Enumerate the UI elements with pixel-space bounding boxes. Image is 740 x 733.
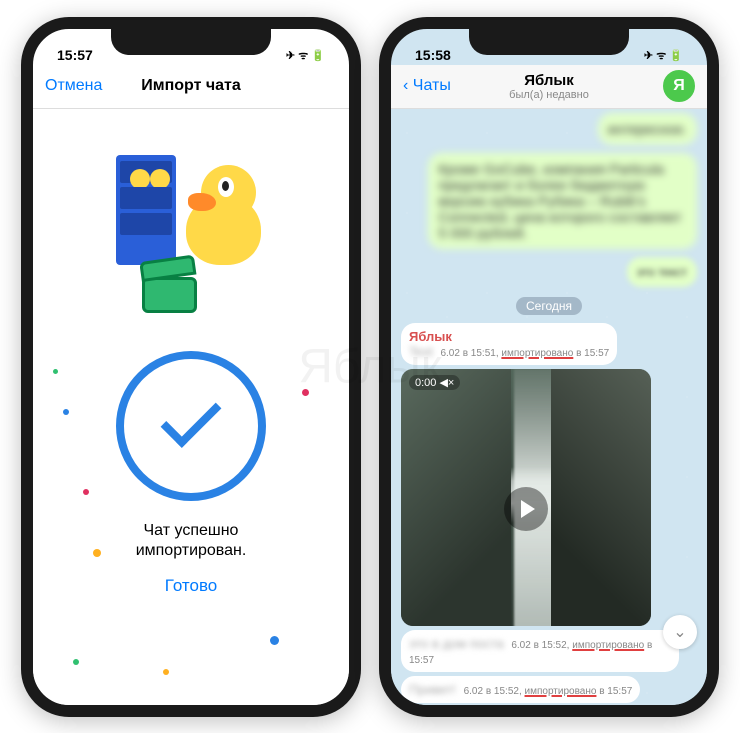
blurred-text: это в дом поста bbox=[409, 636, 504, 651]
day-separator: Сегодня bbox=[516, 297, 582, 315]
cancel-button[interactable]: Отмена bbox=[45, 77, 102, 95]
confetti bbox=[93, 549, 101, 557]
chat-name: Яблык bbox=[509, 72, 589, 89]
status-icons: ✈ ᯤ 🔋 bbox=[286, 48, 325, 63]
confetti bbox=[83, 489, 89, 495]
msg-meta: 6.02 в 15:52, импортировано в 15:57 bbox=[464, 686, 633, 697]
chat-body[interactable]: интересное. Кроме GoCube, компания Parti… bbox=[391, 109, 707, 705]
msg-incoming-header[interactable]: Яблык Text 6.02 в 15:51, импортировано в… bbox=[401, 323, 617, 365]
msg-outgoing[interactable]: Кроме GoCube, компания Particula предлаг… bbox=[428, 153, 697, 249]
phone-right: 15:58 ✈ ᯤ 🔋 ‹ Чаты Яблык был(а) недавно … bbox=[379, 17, 719, 717]
blurred-text: Привет! bbox=[409, 682, 456, 697]
back-button[interactable]: ‹ Чаты bbox=[403, 77, 451, 95]
notch bbox=[469, 29, 629, 55]
done-button[interactable]: Готово bbox=[165, 576, 218, 596]
navbar: ‹ Чаты Яблык был(а) недавно Я bbox=[391, 65, 707, 109]
notch bbox=[111, 29, 271, 55]
msg-incoming[interactable]: это в дом поста 6.02 в 15:52, импортиров… bbox=[401, 630, 679, 672]
video-thumbnail[interactable]: 0:00 ◀× bbox=[401, 369, 651, 626]
status-time: 15:57 bbox=[57, 47, 93, 63]
phone-left: 15:57 ✈ ᯤ 🔋 Отмена Импорт чата Чат успеш… bbox=[21, 17, 361, 717]
play-icon[interactable] bbox=[504, 487, 548, 531]
scroll-down-button[interactable]: ⌄ bbox=[663, 615, 697, 649]
status-time: 15:58 bbox=[415, 47, 451, 63]
success-message: Чат успешно импортирован. bbox=[136, 521, 247, 563]
success-checkmark-icon bbox=[116, 351, 266, 501]
video-message[interactable]: 0:00 ◀× 6.02 в 15:51, импортировано в 15… bbox=[401, 369, 651, 626]
confetti bbox=[163, 669, 169, 675]
attach-icon[interactable]: 📎 bbox=[399, 716, 426, 717]
msg-meta: 6.02 в 15:51, импортировано в 15:57 bbox=[440, 348, 609, 359]
confetti bbox=[53, 369, 58, 374]
chat-status: был(а) недавно bbox=[509, 89, 589, 101]
msg-outgoing[interactable]: интересное. bbox=[598, 113, 697, 145]
input-bar: 📎 Сообщение ☺ 🎤 bbox=[391, 705, 707, 717]
message-input[interactable]: Сообщение ☺ bbox=[434, 713, 666, 717]
msg-incoming[interactable]: Привет! 6.02 в 15:52, импортировано в 15… bbox=[401, 676, 640, 703]
import-body: Чат успешно импортирован. Готово bbox=[33, 109, 349, 705]
blurred-text: Text bbox=[409, 344, 433, 359]
confetti bbox=[302, 389, 309, 396]
confetti bbox=[270, 636, 279, 645]
confetti bbox=[63, 409, 69, 415]
status-icons: ✈ ᯤ 🔋 bbox=[644, 48, 683, 63]
msg-outgoing[interactable]: это текст bbox=[627, 257, 697, 287]
navbar: Отмена Импорт чата bbox=[33, 65, 349, 109]
video-duration: 0:00 ◀× bbox=[409, 375, 460, 390]
avatar[interactable]: Я bbox=[663, 70, 695, 102]
confetti bbox=[73, 659, 79, 665]
duck-sticker bbox=[116, 155, 266, 305]
sender-name: Яблык bbox=[409, 329, 609, 344]
nav-title: Импорт чата bbox=[141, 77, 241, 95]
